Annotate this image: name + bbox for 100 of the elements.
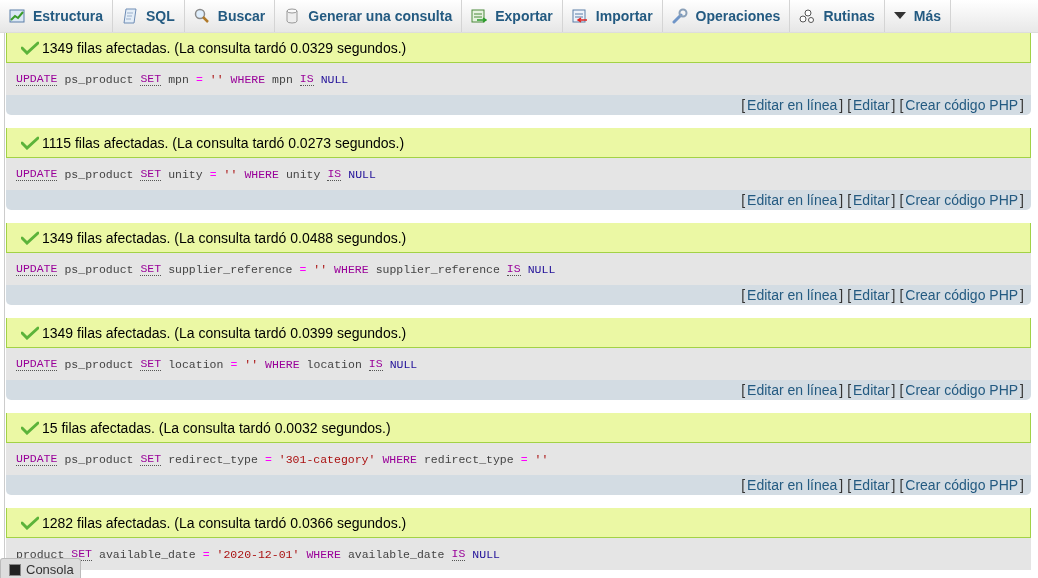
query-link[interactable]: Editar: [853, 477, 890, 493]
sql-token: =: [230, 357, 238, 371]
bracket-text: ] [: [891, 477, 904, 493]
query-link[interactable]: Editar en línea: [747, 192, 838, 208]
sql-token: ps_product: [64, 167, 134, 181]
search-icon: [193, 8, 210, 24]
message-text: 1349 filas afectadas. (La consulta tardó 0.0488 segundos.): [42, 229, 407, 246]
sql-token: supplier_reference: [168, 262, 293, 276]
message-text: 15 filas afectadas. (La consulta tardó 0.0032 segundos.): [42, 419, 391, 436]
sql-token: ps_product: [64, 262, 134, 276]
message-text: 1349 filas afectadas. (La consulta tardó 0.0329 segundos.): [42, 39, 407, 56]
query-link[interactable]: Crear código PHP: [905, 382, 1019, 398]
sql-token: SET: [140, 452, 162, 466]
sql-token: UPDATE: [16, 452, 58, 466]
bracket-text: ] [: [839, 287, 852, 303]
sql-token: WHERE: [306, 547, 341, 561]
query-link[interactable]: Editar en línea: [747, 287, 838, 303]
query-link[interactable]: Crear código PHP: [905, 97, 1019, 113]
query-link[interactable]: Editar en línea: [747, 97, 838, 113]
bracket-text: ]: [1020, 192, 1024, 208]
sql-token: UPDATE: [16, 357, 58, 371]
sql-token: IS: [327, 167, 342, 181]
query-link[interactable]: Crear código PHP: [905, 192, 1019, 208]
sql-token: =: [264, 452, 272, 466]
wrench-icon: [671, 8, 688, 24]
sql-token: '': [244, 357, 259, 371]
sql-token: available_date: [347, 547, 445, 561]
bracket-text: ] [: [839, 97, 852, 113]
message-text: 1115 filas afectadas. (La consulta tardó 0.0273 segundos.): [42, 134, 405, 151]
sql-token: location: [168, 357, 224, 371]
check-icon: [21, 325, 39, 340]
check-icon: [21, 230, 39, 245]
sql-token: IS: [506, 262, 521, 276]
console-button[interactable]: Consola: [0, 558, 81, 578]
sql-token: NULL: [389, 357, 418, 371]
sql-token: ps_product: [64, 452, 134, 466]
sql-token: =: [520, 452, 528, 466]
sql-token: product: [16, 547, 65, 561]
bracket-text: ]: [1020, 477, 1024, 493]
sql-token: mpn: [272, 72, 293, 86]
sql-token: IS: [368, 357, 383, 371]
bracket-text: ] [: [891, 97, 904, 113]
query-link[interactable]: Crear código PHP: [905, 477, 1019, 493]
sql-token: redirect_type: [168, 452, 258, 466]
query-link[interactable]: Editar: [853, 97, 890, 113]
sql-token: NULL: [320, 72, 349, 86]
sql-token: redirect_type: [423, 452, 514, 466]
bracket-text: ]: [1020, 287, 1024, 303]
bracket-text: [: [741, 287, 746, 303]
check-icon: [21, 515, 39, 530]
check-icon: [21, 135, 39, 150]
query-link[interactable]: Editar: [853, 192, 890, 208]
sql-token: UPDATE: [16, 72, 58, 86]
sql-token: available_date: [99, 547, 196, 561]
query-link[interactable]: Editar en línea: [747, 382, 838, 398]
sql-token: unity: [285, 167, 321, 181]
bracket-text: [: [741, 192, 746, 208]
bracket-text: [: [741, 382, 746, 398]
sql-token: ps_product: [64, 72, 134, 86]
query-link[interactable]: Editar: [853, 382, 890, 398]
bracket-text: ] [: [891, 287, 904, 303]
sql-token: '2020-12-01': [216, 547, 300, 561]
sql-token: '': [209, 72, 224, 86]
sql-token: UPDATE: [16, 167, 58, 181]
caret-icon: [893, 12, 906, 20]
cylinder-icon: [284, 8, 301, 24]
sql-token: WHERE: [265, 357, 300, 371]
sql-token: location: [306, 357, 362, 371]
message-text: 1349 filas afectadas. (La consulta tardó 0.0399 segundos.): [42, 324, 407, 341]
sql-token: IS: [451, 547, 466, 561]
bracket-text: ] [: [839, 477, 852, 493]
bracket-text: ]: [1020, 97, 1024, 113]
bracket-text: ] [: [891, 382, 904, 398]
bracket-text: ]: [1020, 382, 1024, 398]
bracket-text: ] [: [839, 382, 852, 398]
sql-token: SET: [140, 262, 162, 276]
sql-token: '': [534, 452, 549, 466]
bracket-text: [: [741, 477, 746, 493]
terminal-icon: [9, 563, 21, 576]
scroll-icon: [122, 8, 139, 24]
sql-token: SET: [140, 357, 162, 371]
sql-token: WHERE: [244, 167, 279, 181]
sql-token: supplier_reference: [375, 262, 500, 276]
query-link[interactable]: Editar en línea: [747, 477, 838, 493]
query-link[interactable]: Editar: [853, 287, 890, 303]
structure-icon: [9, 8, 25, 24]
sql-token: WHERE: [382, 452, 417, 466]
sql-token: =: [202, 547, 210, 561]
sql-token: unity: [168, 167, 203, 181]
sql-token: '': [223, 167, 238, 181]
sql-token: WHERE: [230, 72, 266, 86]
sql-token: ps_product: [64, 357, 134, 371]
sql-token: =: [209, 167, 217, 181]
sql-token: NULL: [527, 262, 556, 276]
query-link[interactable]: Crear código PHP: [905, 287, 1019, 303]
bracket-text: [: [741, 97, 746, 113]
message-text: 1282 filas afectadas. (La consulta tardó 0.0366 segundos.): [42, 514, 407, 531]
sql-token: '': [313, 262, 328, 276]
sql-token: WHERE: [334, 262, 369, 276]
sql-token: NULL: [472, 547, 500, 561]
